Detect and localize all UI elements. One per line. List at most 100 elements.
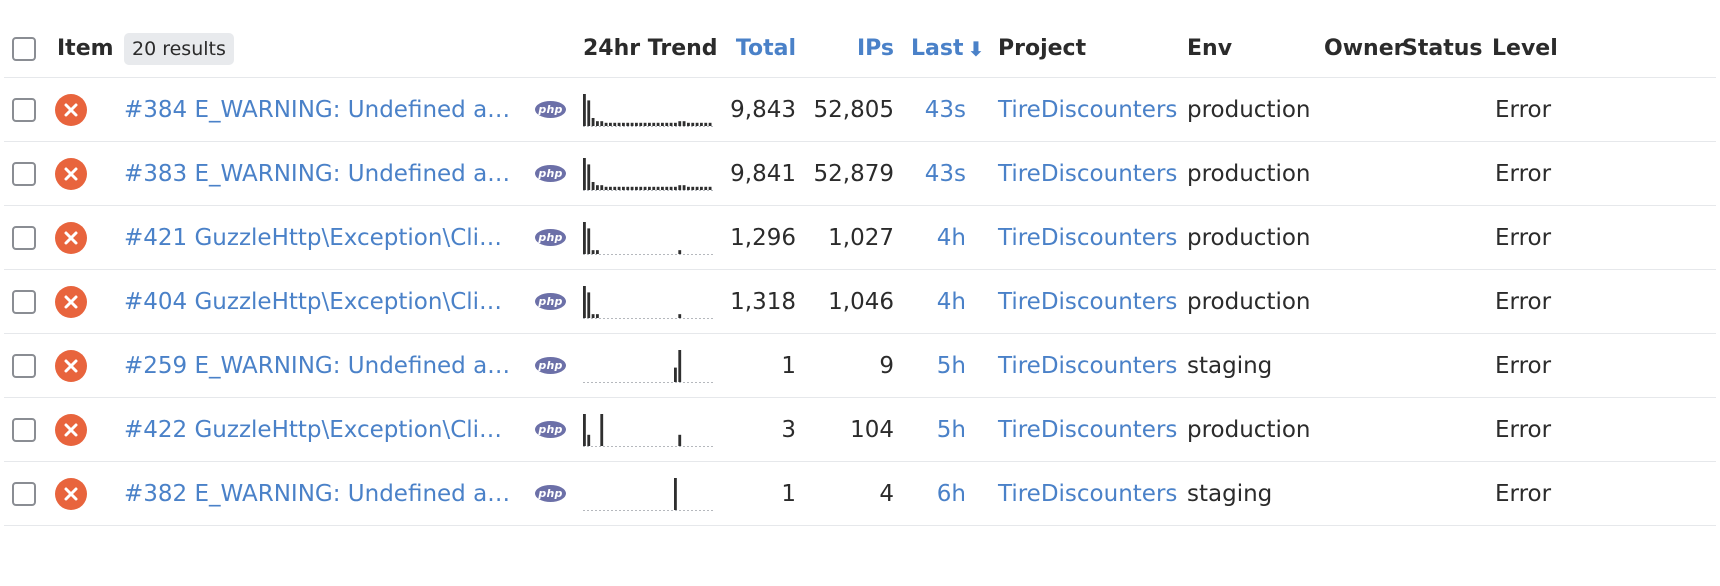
row-last[interactable]: 5h (904, 398, 966, 461)
trend-bar (583, 157, 586, 190)
item-title-link[interactable]: #259 E_WARNING: Undefined arr… (124, 353, 514, 379)
header-ips[interactable]: IPs (804, 20, 894, 77)
trend-bar (661, 186, 664, 190)
trend-bar (626, 122, 630, 126)
row-total: 9,841 (730, 160, 796, 187)
trend-bar (678, 434, 682, 446)
row-language-cell: php (535, 398, 566, 461)
row-project-cell: TireDiscounters (998, 142, 1177, 205)
row-select-cell (12, 206, 36, 269)
php-icon: php (535, 165, 566, 182)
row-trend-cell (582, 270, 714, 333)
item-title-link[interactable]: #422 GuzzleHttp\Exception\Clien… (124, 417, 514, 443)
row-project-link[interactable]: TireDiscounters (998, 481, 1177, 507)
trend-bar (622, 122, 625, 126)
row-title-cell: #382 E_WARNING: Undefined arr… (124, 462, 514, 525)
trend-bar (617, 186, 621, 190)
row-last[interactable]: 4h (904, 206, 966, 269)
row-total: 1,296 (730, 224, 796, 251)
trend-bar (596, 313, 599, 318)
item-title-link[interactable]: #384 E_WARNING: Undefined arr… (124, 97, 514, 123)
trend-bar (622, 186, 625, 190)
trend-bar (652, 186, 656, 190)
table-row: #383 E_WARNING: Undefined arr… php 9,841… (4, 142, 1716, 206)
close-x-glyph-icon (64, 487, 78, 500)
row-checkbox[interactable] (12, 417, 36, 442)
row-last[interactable]: 6h (904, 462, 966, 525)
row-project-link[interactable]: TireDiscounters (998, 289, 1177, 315)
row-checkbox[interactable] (12, 289, 36, 314)
trend-bar (656, 186, 660, 190)
row-last-link[interactable]: 43s (925, 97, 966, 123)
row-project-cell: TireDiscounters (998, 206, 1177, 269)
trend-bar (587, 99, 591, 126)
row-last-link[interactable]: 5h (937, 353, 966, 379)
trend-bar (669, 186, 673, 190)
row-ips: 1,027 (828, 224, 894, 251)
sort-desc-arrow-icon[interactable]: ⬇ (967, 37, 984, 61)
row-last-link[interactable]: 5h (937, 417, 966, 443)
close-x-glyph-icon (64, 103, 78, 116)
trend-bar (691, 186, 695, 190)
row-checkbox[interactable] (12, 97, 36, 122)
row-last-link[interactable]: 43s (925, 161, 966, 187)
item-title-link[interactable]: #404 GuzzleHttp\Exception\Clien… (124, 289, 514, 315)
trend-bar (682, 184, 686, 190)
item-title-link[interactable]: #383 E_WARNING: Undefined arr… (124, 161, 514, 187)
trend-bar (639, 186, 643, 190)
trend-bar (587, 163, 591, 190)
row-project-link[interactable]: TireDiscounters (998, 417, 1177, 443)
row-checkbox[interactable] (12, 353, 36, 378)
row-project-cell: TireDiscounters (998, 334, 1177, 397)
row-last[interactable]: 43s (904, 142, 966, 205)
trend-bar (678, 349, 682, 382)
row-language-cell: php (535, 206, 566, 269)
row-project-link[interactable]: TireDiscounters (998, 353, 1177, 379)
row-last-link[interactable]: 6h (937, 481, 966, 507)
row-last-link[interactable]: 4h (937, 225, 966, 251)
trend-bar (591, 117, 595, 126)
error-circle-x-icon (55, 93, 87, 126)
row-level: Error (1495, 480, 1552, 507)
trend-bar (687, 186, 690, 190)
header-ips-label[interactable]: IPs (857, 36, 894, 61)
row-title-cell: #421 GuzzleHttp\Exception\Clien… (124, 206, 514, 269)
row-language-cell: php (535, 270, 566, 333)
trend-bar (695, 186, 699, 190)
row-ips: 4 (879, 480, 894, 507)
item-title-link[interactable]: #382 E_WARNING: Undefined arr… (124, 481, 514, 507)
trend-bar (700, 122, 703, 126)
row-total: 3 (781, 416, 796, 443)
row-language-cell: php (535, 78, 566, 141)
trend-bar (604, 186, 608, 190)
error-circle-x-icon (55, 221, 87, 254)
row-checkbox[interactable] (12, 225, 36, 250)
header-item[interactable]: Item (57, 20, 114, 77)
select-all-checkbox[interactable] (12, 36, 36, 61)
trend-bar (587, 291, 591, 318)
table-row: #259 E_WARNING: Undefined arr… php 1 9 5… (4, 334, 1716, 398)
trend-sparkline (583, 157, 713, 191)
header-last-label[interactable]: Last (911, 36, 963, 61)
row-checkbox[interactable] (12, 161, 36, 186)
header-total[interactable]: Total (704, 20, 796, 77)
error-circle-x-icon (55, 477, 87, 510)
row-project-link[interactable]: TireDiscounters (998, 225, 1177, 251)
row-project-link[interactable]: TireDiscounters (998, 97, 1177, 123)
trend-bar (591, 181, 595, 190)
header-last[interactable]: Last ⬇ (911, 20, 984, 77)
row-level: Error (1495, 96, 1552, 123)
item-title-link[interactable]: #421 GuzzleHttp\Exception\Clien… (124, 225, 514, 251)
trend-bar (609, 122, 612, 126)
row-last[interactable]: 4h (904, 270, 966, 333)
row-last[interactable]: 43s (904, 78, 966, 141)
row-total: 9,843 (730, 96, 796, 123)
trend-bar (691, 122, 695, 126)
row-last[interactable]: 5h (904, 334, 966, 397)
header-total-label[interactable]: Total (736, 36, 796, 61)
trend-bar (674, 122, 677, 126)
row-checkbox[interactable] (12, 481, 36, 506)
row-last-link[interactable]: 4h (937, 289, 966, 315)
row-project-link[interactable]: TireDiscounters (998, 161, 1177, 187)
trend-bar (643, 122, 647, 126)
